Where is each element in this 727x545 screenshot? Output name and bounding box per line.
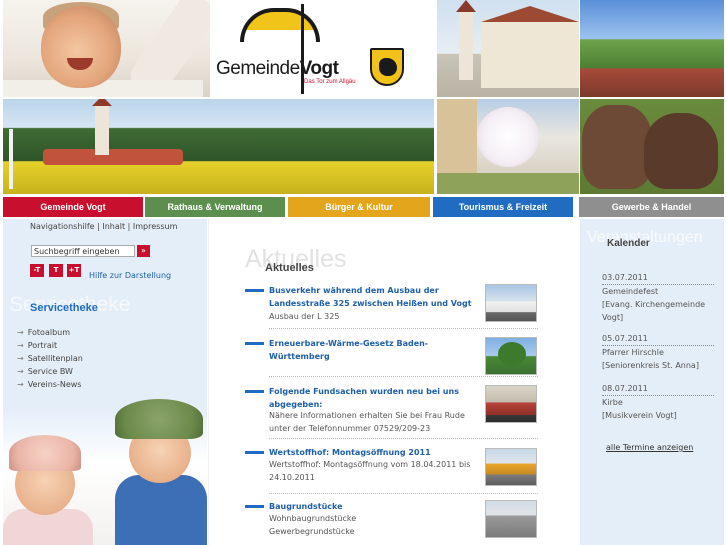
news-thumbnail-construction[interactable] — [485, 500, 537, 538]
news-thumbnail-tree[interactable] — [485, 337, 537, 375]
children-photo — [3, 399, 207, 545]
header-photo-field — [580, 0, 724, 97]
event-date: 08.07.2011 — [602, 382, 714, 396]
servicetheke-item-fotoalbum[interactable]: → Fotoalbum — [17, 326, 83, 339]
news-thumbnail-truck[interactable] — [485, 448, 537, 486]
event-host: [Seniorenkreis St. Anna] — [602, 361, 699, 370]
news-text: Nähere Informationen erhalten Sie bei Fr… — [269, 411, 465, 433]
arrow-right-icon: → — [17, 328, 24, 337]
header-photo-boy — [3, 0, 210, 97]
arrow-right-icon: → — [17, 380, 24, 389]
column-divider — [208, 219, 209, 545]
calendar-event[interactable]: 08.07.2011 Kirbe [Musikverein Vogt] — [602, 382, 714, 422]
display-help-link[interactable]: Hilfe zur Darstellung — [89, 271, 171, 280]
header-photo-church — [437, 0, 579, 97]
news-title[interactable]: Erneuerbare-Wärme-Gesetz Baden-Württembe… — [269, 337, 479, 363]
news-title[interactable]: Busverkehr während dem Ausbau der Landes… — [269, 284, 479, 310]
logo-text: GemeindeVogt — [216, 58, 339, 79]
logo-tagline: Das Tor zum Allgäu — [304, 79, 356, 85]
arrow-right-icon: → — [17, 367, 24, 376]
news-bullet-bar — [245, 505, 264, 508]
search-button[interactable]: » — [137, 245, 150, 257]
calendar-event[interactable]: 05.07.2011 Pfarrer Hirschle [Seniorenkre… — [602, 332, 714, 372]
link-inhalt[interactable]: Inhalt — [102, 222, 125, 231]
search-input[interactable]: Suchbegriff eingeben — [31, 245, 135, 257]
site-logo[interactable]: GemeindeVogt Das Tor zum Allgäu — [210, 0, 436, 97]
coat-of-arms-icon — [370, 48, 404, 86]
nav-buerger-kultur[interactable]: Bürger & Kultur — [288, 197, 430, 217]
servicetheke-item-portrait[interactable]: → Portrait — [17, 339, 83, 352]
servicetheke-item-vereins-news[interactable]: → Vereins-News — [17, 378, 83, 391]
header-photo-cows — [580, 99, 724, 194]
event-host: [Musikverein Vogt] — [602, 411, 677, 420]
news-bullet-bar — [245, 342, 264, 345]
nav-rathaus-verwaltung[interactable]: Rathaus & Verwaltung — [145, 197, 285, 217]
nav-gemeinde-vogt[interactable]: Gemeinde Vogt — [3, 197, 143, 217]
event-name[interactable]: Kirbe — [602, 396, 714, 409]
all-events-link[interactable]: alle Termine anzeigen — [606, 443, 693, 452]
servicetheke-title: Servicetheke — [30, 302, 98, 314]
event-host: Vogt] — [602, 313, 624, 322]
news-thumbnail-bus[interactable] — [485, 284, 537, 322]
nav-gewerbe-handel[interactable]: Gewerbe & Handel — [579, 197, 724, 217]
news-text: Wertstoffhof: Montagsöffnung vom 18.04.2… — [269, 460, 471, 482]
header-photo-blossom-tree — [437, 99, 579, 194]
event-name[interactable]: Gemeindefest — [602, 285, 714, 298]
font-size-large-button[interactable]: +T — [67, 264, 81, 277]
servicetheke-item-service-bw[interactable]: → Service BW — [17, 365, 83, 378]
event-name[interactable]: Pfarrer Hirschle — [602, 346, 714, 359]
calendar-event[interactable]: 03.07.2011 Gemeindefest [Evang. Kircheng… — [602, 271, 714, 324]
event-date: 05.07.2011 — [602, 332, 714, 346]
font-size-small-button[interactable]: -T — [30, 264, 44, 277]
news-title[interactable]: Folgende Fundsachen wurden neu bei uns a… — [269, 385, 479, 411]
news-text: Wohnbaugrundstücke Gewerbegrundstücke — [269, 514, 357, 536]
servicetheke-list: → Fotoalbum → Portrait → Satellitenplan → Se… — [17, 326, 83, 391]
link-impressum[interactable]: Impressum — [133, 222, 177, 231]
news-thumbnail-car[interactable] — [485, 385, 537, 423]
logo-arc-icon — [240, 8, 320, 42]
event-host: [Evang. Kirchengemeinde — [602, 300, 706, 309]
aktuelles-title: Aktuelles — [265, 262, 314, 274]
nav-tourismus-freizeit[interactable]: Tourismus & Freizeit — [433, 197, 573, 217]
right-sidebar: Veranstaltungen Kalender 03.07.2011 Geme… — [580, 219, 724, 545]
news-bullet-bar — [245, 451, 264, 454]
event-date: 03.07.2011 — [602, 271, 714, 285]
double-chevron-right-icon: » — [141, 246, 146, 255]
arrow-right-icon: → — [17, 354, 24, 363]
news-bullet-bar — [245, 289, 264, 292]
font-size-normal-button[interactable]: T — [49, 264, 63, 277]
arrow-right-icon: → — [17, 341, 24, 350]
left-sidebar: Navigationshilfe | Inhalt | Impressum Su… — [3, 219, 207, 545]
news-bullet-bar — [245, 390, 264, 393]
link-navigationshilfe[interactable]: Navigationshilfe — [30, 222, 95, 231]
news-text: Ausbau der L 325 — [269, 312, 340, 321]
servicetheke-item-satellitenplan[interactable]: → Satellitenplan — [17, 352, 83, 365]
kalender-title: Kalender — [607, 238, 650, 249]
meta-links: Navigationshilfe | Inhalt | Impressum — [30, 222, 178, 231]
header-photo-panorama — [3, 99, 434, 194]
